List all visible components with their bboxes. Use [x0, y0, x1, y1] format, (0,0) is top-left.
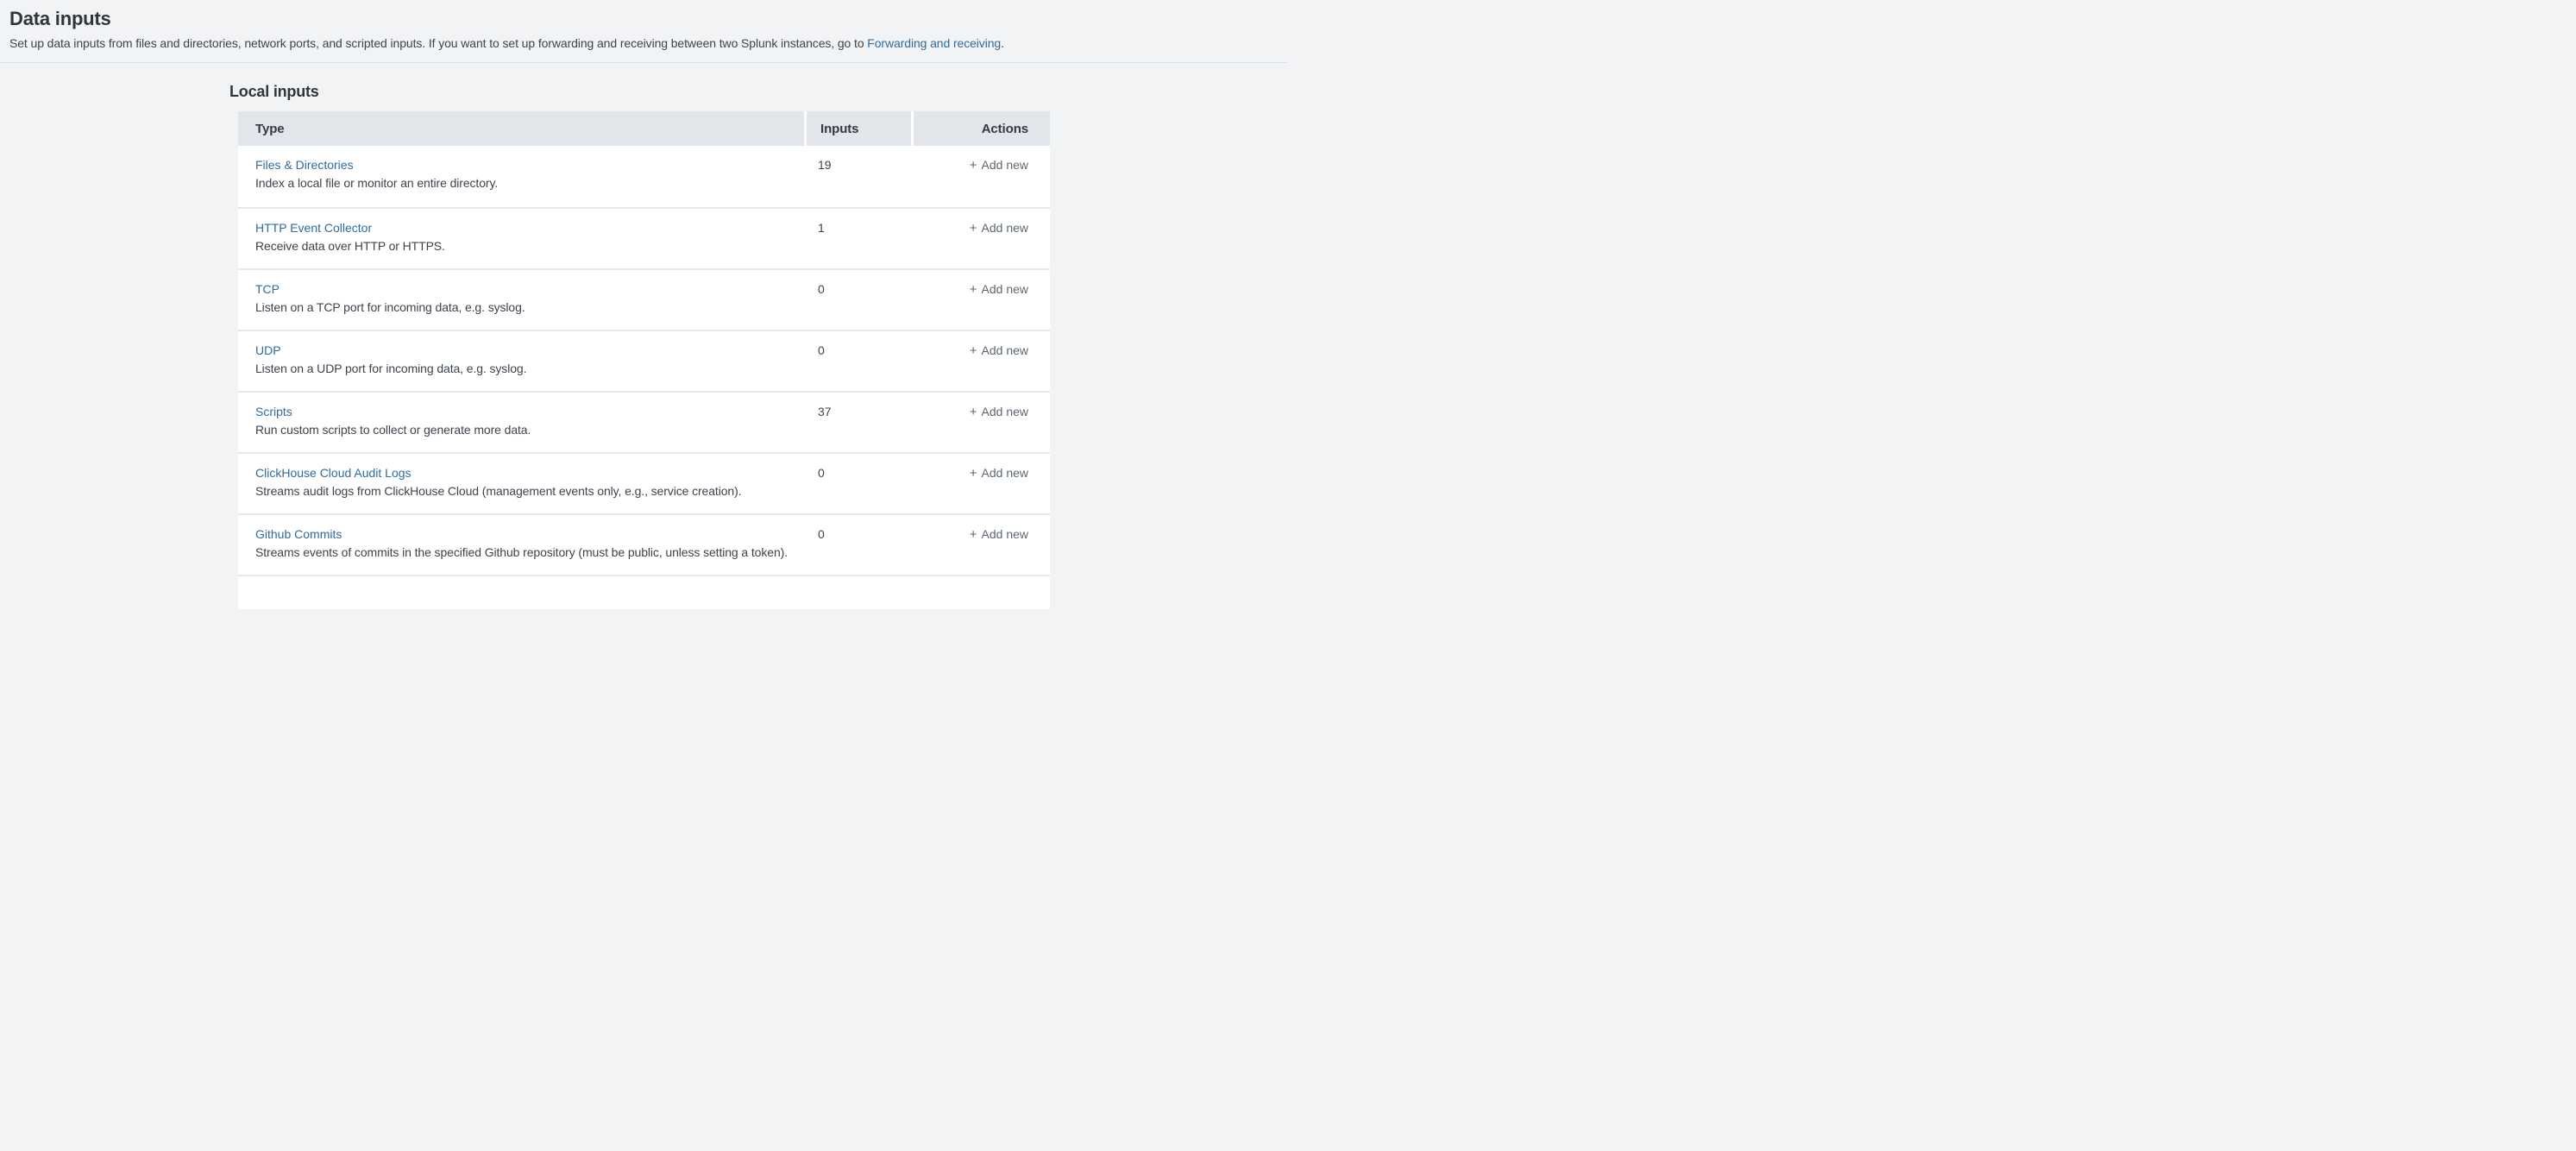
type-cell: Github CommitsStreams events of commits … [238, 515, 804, 575]
input-type-description: Streams events of commits in the specifi… [255, 544, 794, 561]
input-type-description: Listen on a UDP port for incoming data, … [255, 360, 794, 377]
table-row: UDPListen on a UDP port for incoming dat… [238, 330, 1050, 391]
plus-icon: + [970, 405, 977, 419]
add-new-label: Add new [982, 343, 1028, 357]
table-row: ScriptsRun custom scripts to collect or … [238, 391, 1050, 452]
actions-cell: + Add new [911, 331, 1050, 391]
plus-icon: + [970, 221, 977, 236]
table-body: Files & DirectoriesIndex a local file or… [238, 146, 1050, 575]
inputs-count-cell: 0 [804, 331, 911, 391]
add-new-label: Add new [982, 527, 1028, 541]
inputs-count-cell: 0 [804, 454, 911, 513]
plus-icon: + [970, 158, 977, 173]
inputs-count: 0 [818, 466, 825, 480]
column-header-actions: Actions [911, 111, 1050, 146]
inputs-count-cell: 1 [804, 209, 911, 268]
inputs-count: 37 [818, 405, 832, 418]
plus-icon: + [970, 343, 977, 358]
input-type-link[interactable]: Scripts [255, 403, 292, 420]
add-new-label: Add new [982, 158, 1028, 172]
add-new-button[interactable]: + Add new [970, 525, 1028, 544]
page-subtitle: Set up data inputs from files and direct… [9, 35, 1271, 52]
input-type-link[interactable]: Files & Directories [255, 156, 354, 173]
add-new-label: Add new [982, 282, 1028, 296]
table-row-cutoff [238, 575, 1050, 609]
input-type-link[interactable]: TCP [255, 280, 280, 298]
content-area: Local inputs Type Inputs Actions Files &… [0, 63, 1288, 609]
add-new-button[interactable]: + Add new [970, 156, 1028, 174]
table-row: ClickHouse Cloud Audit LogsStreams audit… [238, 452, 1050, 513]
column-header-type: Type [238, 111, 804, 146]
actions-cell: + Add new [911, 515, 1050, 575]
actions-cell: + Add new [911, 270, 1050, 330]
inputs-count-cell: 0 [804, 270, 911, 330]
type-cell: TCPListen on a TCP port for incoming dat… [238, 270, 804, 330]
column-header-inputs: Inputs [804, 111, 911, 146]
type-cell: Files & DirectoriesIndex a local file or… [238, 146, 804, 207]
add-new-button[interactable]: + Add new [970, 464, 1028, 482]
page-title: Data inputs [9, 6, 1271, 32]
type-cell: ClickHouse Cloud Audit LogsStreams audit… [238, 454, 804, 513]
type-cell: UDPListen on a UDP port for incoming dat… [238, 331, 804, 391]
inputs-count-cell: 19 [804, 146, 911, 207]
add-new-label: Add new [982, 466, 1028, 480]
plus-icon: + [970, 527, 977, 542]
input-type-link[interactable]: HTTP Event Collector [255, 219, 372, 236]
input-type-link[interactable]: ClickHouse Cloud Audit Logs [255, 464, 412, 481]
add-new-button[interactable]: + Add new [970, 219, 1028, 237]
add-new-label: Add new [982, 221, 1028, 235]
table-row: HTTP Event CollectorReceive data over HT… [238, 207, 1050, 268]
input-type-link[interactable]: UDP [255, 342, 281, 359]
inputs-count-cell: 37 [804, 393, 911, 452]
actions-cell: + Add new [911, 146, 1050, 207]
page-subtitle-text: Set up data inputs from files and direct… [9, 36, 867, 50]
actions-cell: + Add new [911, 454, 1050, 513]
input-type-link[interactable]: Github Commits [255, 525, 342, 543]
actions-cell: + Add new [911, 209, 1050, 268]
page-header: Data inputs Set up data inputs from file… [0, 0, 1288, 63]
table-header-row: Type Inputs Actions [238, 111, 1050, 146]
add-new-button[interactable]: + Add new [970, 403, 1028, 421]
inputs-count: 0 [818, 527, 825, 541]
input-type-description: Receive data over HTTP or HTTPS. [255, 237, 794, 255]
local-inputs-table: Type Inputs Actions Files & DirectoriesI… [238, 111, 1050, 609]
actions-cell: + Add new [911, 393, 1050, 452]
inputs-count: 1 [818, 221, 825, 235]
page-subtitle-period: . [1001, 36, 1004, 50]
input-type-description: Run custom scripts to collect or generat… [255, 421, 794, 438]
type-cell: HTTP Event CollectorReceive data over HT… [238, 209, 804, 268]
input-type-description: Streams audit logs from ClickHouse Cloud… [255, 482, 794, 500]
add-new-button[interactable]: + Add new [970, 280, 1028, 299]
forwarding-and-receiving-link[interactable]: Forwarding and receiving [867, 36, 1001, 50]
plus-icon: + [970, 466, 977, 481]
plus-icon: + [970, 282, 977, 297]
input-type-description: Index a local file or monitor an entire … [255, 174, 794, 192]
inputs-count-cell: 0 [804, 515, 911, 575]
section-heading: Local inputs [229, 81, 1288, 102]
type-cell: ScriptsRun custom scripts to collect or … [238, 393, 804, 452]
table-row: Files & DirectoriesIndex a local file or… [238, 146, 1050, 207]
add-new-label: Add new [982, 405, 1028, 418]
inputs-count: 19 [818, 158, 832, 172]
inputs-count: 0 [818, 343, 825, 357]
table-row: TCPListen on a TCP port for incoming dat… [238, 268, 1050, 330]
input-type-description: Listen on a TCP port for incoming data, … [255, 299, 794, 316]
table-row: Github CommitsStreams events of commits … [238, 513, 1050, 575]
inputs-count: 0 [818, 282, 825, 296]
add-new-button[interactable]: + Add new [970, 342, 1028, 360]
